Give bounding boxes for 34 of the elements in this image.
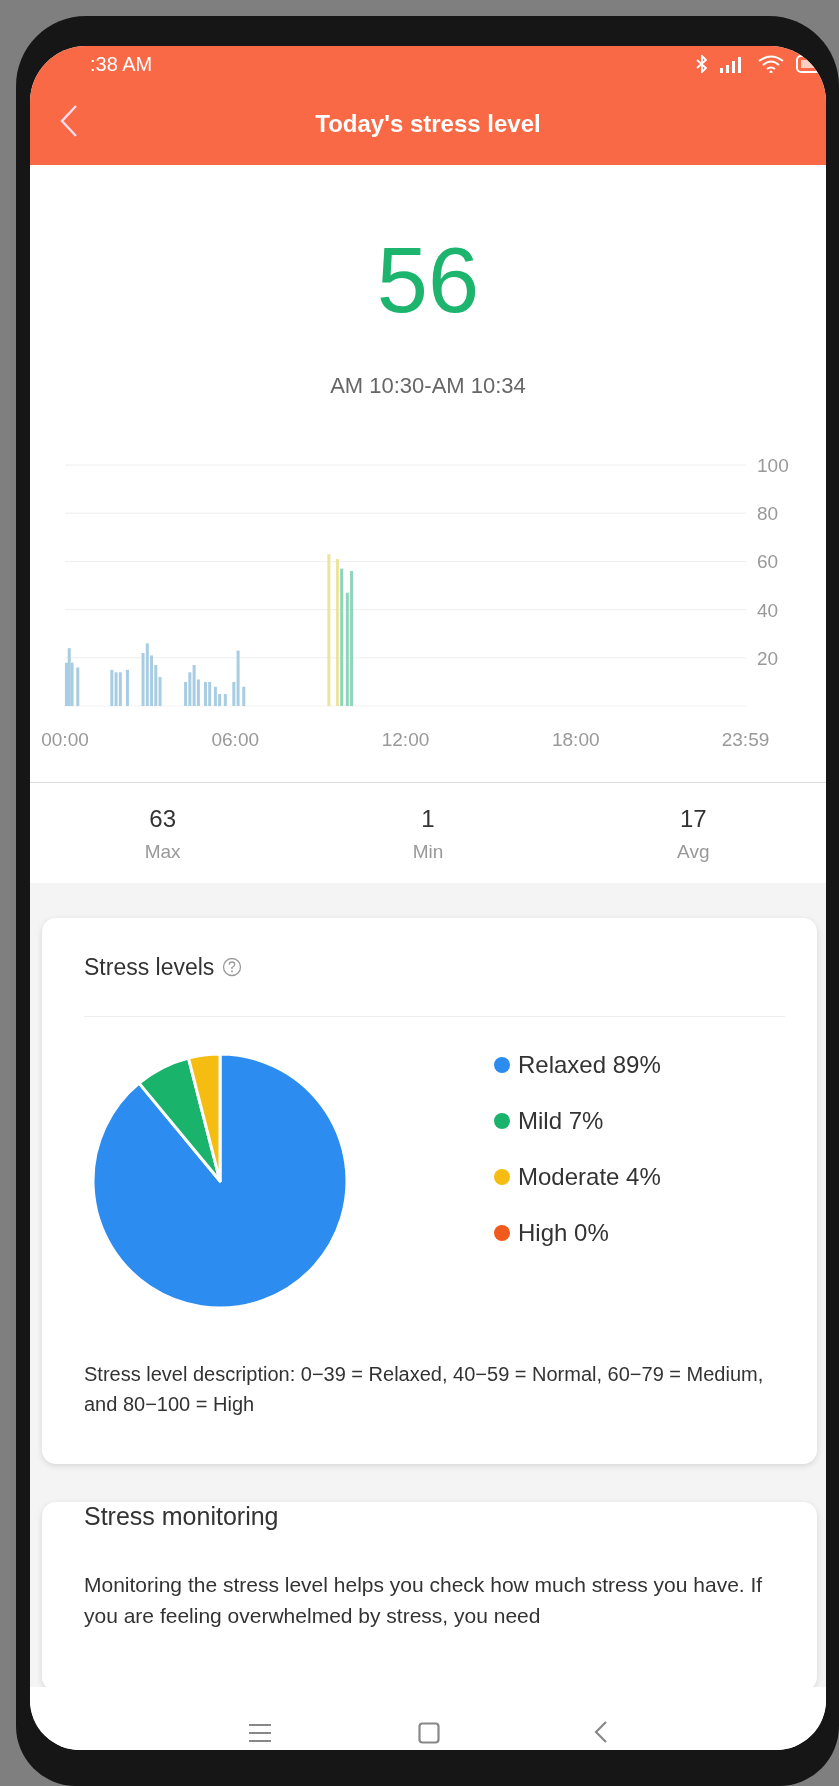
description-text: Stress level description: 0−39 = Relaxed, 40−59 = Normal, 60−79 = Medium, and 80−100 = High (84, 1362, 765, 1417)
tick-label: 100 (757, 455, 789, 476)
home-icon[interactable] (418, 1722, 440, 1744)
monitoring-text: Monitoring the stress level helps you check how much stress you have. If you are feeling overwhelmed by stress, you need (84, 1572, 764, 1629)
menu-icon[interactable] (248, 1722, 272, 1744)
legend-label: Mild 7% (518, 1107, 604, 1135)
tick-label: 40 (757, 599, 779, 621)
tick-label: 18:00 (552, 729, 600, 750)
legend-label: Moderate 4% (518, 1163, 661, 1191)
stat-value: 17 (679, 805, 707, 833)
tick-label: 80 (757, 503, 779, 525)
legend-label: Relaxed 89% (518, 1051, 661, 1079)
tick-label: 00:00 (41, 729, 89, 750)
status-time: :38 AM (90, 52, 153, 76)
tick-label: 20 (757, 647, 779, 669)
stat-label: Max (144, 841, 181, 863)
tick-label: 12:00 (381, 729, 430, 750)
tick-label: 23:59 (721, 729, 770, 750)
stat-value: 63 (149, 805, 176, 833)
legend-label: High 0% (518, 1219, 609, 1247)
bluetooth-icon (696, 55, 708, 73)
stress-value: 56 (376, 230, 480, 330)
card-title: Stress monitoring (84, 1502, 280, 1531)
card-title: Stress levels (84, 953, 215, 981)
tick-label: 60 (757, 551, 779, 573)
stat-label: Min (412, 841, 444, 863)
back-icon[interactable] (594, 1720, 608, 1744)
wifi-icon (758, 55, 784, 73)
page-title: Today's stress level (315, 109, 541, 138)
help-icon[interactable] (222, 957, 243, 977)
time-range: AM 10:30-AM 10:34 (330, 372, 526, 400)
stat-value: 1 (421, 805, 435, 833)
stat-label: Avg (677, 841, 710, 863)
tick-label: 06:00 (211, 729, 259, 750)
